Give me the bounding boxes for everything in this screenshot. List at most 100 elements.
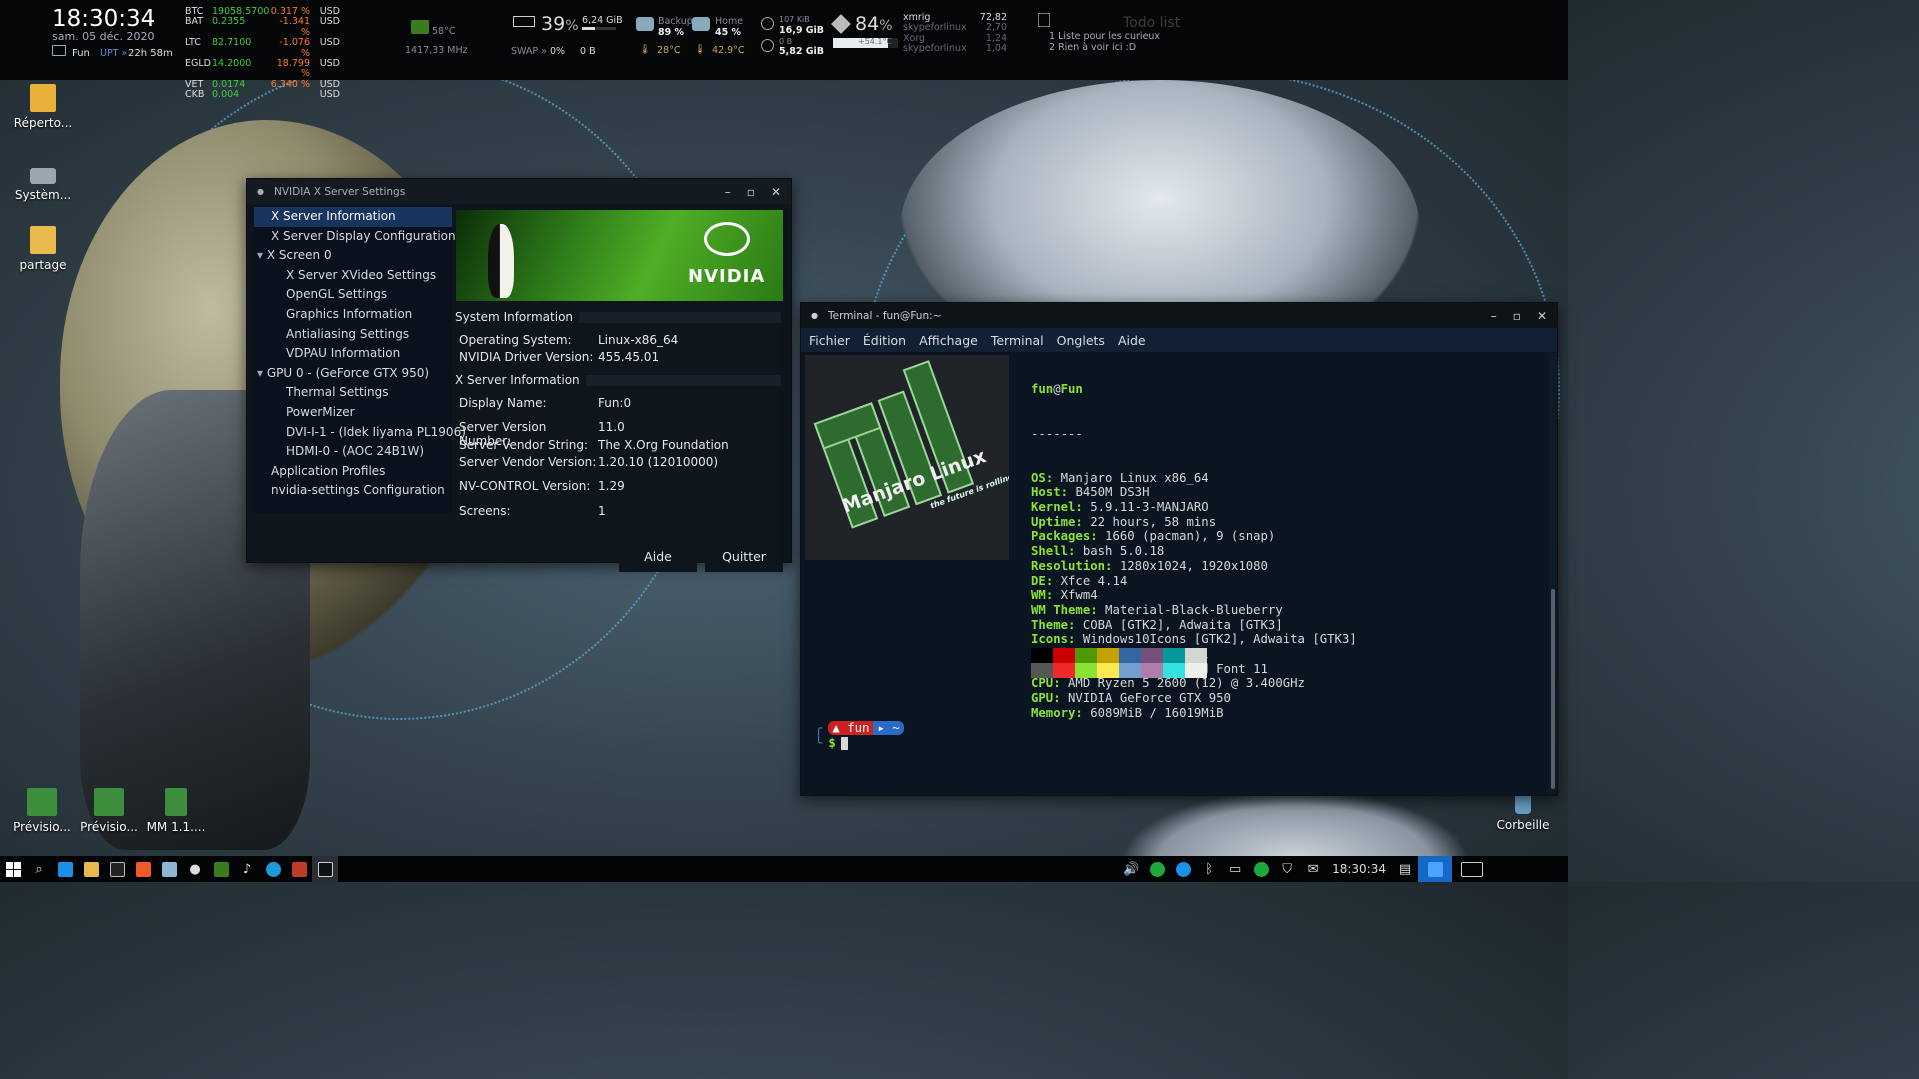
nav-item[interactable]: HDMI-0 - (AOC 24B1W) bbox=[254, 442, 452, 462]
nav-item[interactable]: DVI-I-1 - (Idek Iiyama PL1906) bbox=[254, 423, 466, 443]
notes-icon bbox=[1038, 13, 1050, 27]
info-row-vendor-string: Server Vendor String: The X.Org Foundatio… bbox=[459, 438, 729, 452]
nvidia-icon[interactable] bbox=[208, 856, 234, 882]
nav-item[interactable]: X Server Display Configuration bbox=[254, 227, 456, 247]
steam-icon[interactable]: ● bbox=[182, 856, 208, 882]
shell-input-line[interactable]: ╰ $ bbox=[815, 736, 848, 750]
desktop-icon-corbeille[interactable]: Corbeille bbox=[1488, 796, 1558, 832]
start-menu-windows-icon[interactable] bbox=[0, 856, 26, 882]
window-menu-icon[interactable]: ● bbox=[811, 311, 818, 320]
notification-icon[interactable]: ▤ bbox=[1392, 856, 1418, 882]
menu-item[interactable]: Aide bbox=[1118, 333, 1146, 348]
show-desktop-icon[interactable] bbox=[52, 856, 78, 882]
network-icon[interactable]: ▭ bbox=[1222, 856, 1248, 882]
text-editor-icon[interactable] bbox=[156, 856, 182, 882]
neofetch-colon: : bbox=[1068, 544, 1083, 559]
maximize-icon[interactable]: ▫ bbox=[1513, 309, 1521, 323]
ram-percent: 39% bbox=[541, 13, 579, 35]
desktop-icon-previsions-2[interactable]: Prévisio... bbox=[74, 788, 144, 834]
todo-title: Todo list bbox=[1123, 15, 1181, 31]
nav-item[interactable]: X Server Information bbox=[254, 207, 452, 227]
desktop-icon-systeme[interactable]: Systèm... bbox=[8, 162, 78, 202]
nav-item[interactable]: Graphics Information bbox=[254, 305, 452, 325]
net-down-total: 16,9 GiB bbox=[779, 25, 825, 36]
taskbar-clock[interactable]: 18:30:34 bbox=[1326, 862, 1392, 876]
palette-swatch bbox=[1031, 648, 1053, 663]
desktop-icon-previsions-1[interactable]: Prévisio... bbox=[7, 788, 77, 834]
quit-button[interactable]: Quitter bbox=[705, 542, 783, 572]
neofetch-value: 5.9.11-3-MANJARO bbox=[1090, 500, 1209, 515]
desktop-icon-mm[interactable]: MM 1.1.... bbox=[141, 788, 211, 834]
info-value: Fun:0 bbox=[598, 396, 632, 410]
nav-item[interactable]: OpenGL Settings bbox=[254, 285, 452, 305]
prompt-symbol: $ bbox=[828, 736, 836, 750]
nav-item[interactable]: ▾ X Screen 0 bbox=[254, 246, 452, 266]
desktop-icon-partage[interactable]: partage bbox=[8, 226, 78, 272]
expander-arrow-icon[interactable]: ▾ bbox=[257, 366, 267, 380]
ram-used: 6,24 GiB bbox=[582, 15, 623, 26]
workspace-2-icon[interactable] bbox=[1452, 856, 1492, 882]
nav-item[interactable]: Application Profiles bbox=[254, 462, 452, 482]
nav-item[interactable]: X Server XVideo Settings bbox=[254, 266, 452, 286]
file-manager-icon[interactable] bbox=[78, 856, 104, 882]
maximize-icon[interactable]: ▫ bbox=[747, 185, 755, 199]
scrollbar-thumb[interactable] bbox=[1551, 589, 1555, 789]
nav-item-label: HDMI-0 - (AOC 24B1W) bbox=[286, 444, 425, 459]
expander-arrow-icon[interactable]: ▾ bbox=[257, 248, 267, 262]
neofetch-value: Material-Black-Blueberry bbox=[1105, 602, 1283, 617]
package-update-check-icon[interactable] bbox=[1248, 856, 1274, 882]
neofetch-label: Uptime bbox=[1031, 514, 1076, 529]
nav-item-label: X Screen 0 bbox=[266, 248, 332, 263]
terminal-scrollbar[interactable] bbox=[1549, 353, 1557, 793]
skype-icon[interactable] bbox=[260, 856, 286, 882]
crypto-name: EGLD bbox=[185, 58, 211, 70]
brave-browser-icon[interactable] bbox=[130, 856, 156, 882]
ram-bar-fill bbox=[582, 27, 596, 30]
crypto-value: 0.2355 bbox=[212, 16, 246, 28]
gpu-icon bbox=[411, 20, 429, 34]
nvidia-titlebar[interactable]: ● NVIDIA X Server Settings – ▫ ✕ bbox=[247, 179, 791, 204]
neofetch-row: Memory: 6089MiB / 16019MiB bbox=[1031, 706, 1357, 721]
desktop-icon-repertoire[interactable]: Réperto... bbox=[8, 84, 78, 130]
crypto-change: 18.799 % bbox=[276, 58, 310, 80]
nav-item[interactable]: PowerMizer bbox=[254, 403, 452, 423]
neofetch-label: Packages bbox=[1031, 529, 1091, 544]
vpn-shield-icon[interactable] bbox=[286, 856, 312, 882]
search-icon[interactable]: ⌕ bbox=[26, 856, 52, 882]
nav-item[interactable]: nvidia-settings Configuration bbox=[254, 481, 452, 501]
nav-item[interactable]: VDPAU Information bbox=[254, 344, 452, 364]
conky-uptime-label: UPT » bbox=[100, 48, 128, 59]
minimize-icon[interactable]: – bbox=[1491, 309, 1497, 323]
nav-item[interactable]: Thermal Settings bbox=[254, 383, 452, 403]
neofetch-row: WM: Xfwm4 bbox=[1031, 588, 1357, 603]
close-icon[interactable]: ✕ bbox=[771, 185, 781, 199]
audio-player-icon[interactable]: ♪ bbox=[234, 856, 260, 882]
security-check-icon[interactable] bbox=[1144, 856, 1170, 882]
swap-used: 0 B bbox=[580, 46, 596, 57]
terminal-launcher-icon[interactable] bbox=[104, 856, 130, 882]
mail-icon[interactable]: ✉ bbox=[1300, 856, 1326, 882]
nav-item[interactable]: ▾ GPU 0 - (GeForce GTX 950) bbox=[254, 364, 452, 384]
help-button[interactable]: Aide bbox=[619, 542, 697, 572]
info-label: NV-CONTROL Version: bbox=[459, 479, 591, 493]
menu-item[interactable]: Terminal bbox=[991, 333, 1044, 348]
menu-item[interactable]: Onglets bbox=[1057, 333, 1105, 348]
terminal-titlebar[interactable]: ● Terminal - fun@Fun:~ – ▫ ✕ bbox=[801, 303, 1557, 328]
nvidia-eye-logo-icon bbox=[704, 222, 750, 256]
window-menu-icon[interactable]: ● bbox=[257, 187, 264, 196]
volume-icon[interactable]: 🔊 bbox=[1118, 856, 1144, 882]
info-label: NVIDIA Driver Version: bbox=[459, 350, 594, 364]
terminal-task-icon[interactable] bbox=[312, 856, 338, 882]
menu-item[interactable]: Affichage bbox=[919, 333, 978, 348]
update-notifier-icon[interactable] bbox=[1170, 856, 1196, 882]
desktop-icon-label: Prévisio... bbox=[13, 820, 71, 834]
workspace-1-icon[interactable] bbox=[1418, 856, 1452, 882]
menu-item[interactable]: Édition bbox=[863, 333, 906, 348]
minimize-icon[interactable]: – bbox=[725, 185, 731, 199]
nav-item[interactable]: Antialiasing Settings bbox=[254, 325, 452, 345]
neofetch-host: Fun bbox=[1060, 382, 1083, 397]
close-icon[interactable]: ✕ bbox=[1537, 309, 1547, 323]
menu-item[interactable]: Fichier bbox=[809, 333, 850, 348]
shield-icon[interactable]: ⛉ bbox=[1274, 856, 1300, 882]
bluetooth-icon[interactable]: ᛒ bbox=[1196, 856, 1222, 882]
